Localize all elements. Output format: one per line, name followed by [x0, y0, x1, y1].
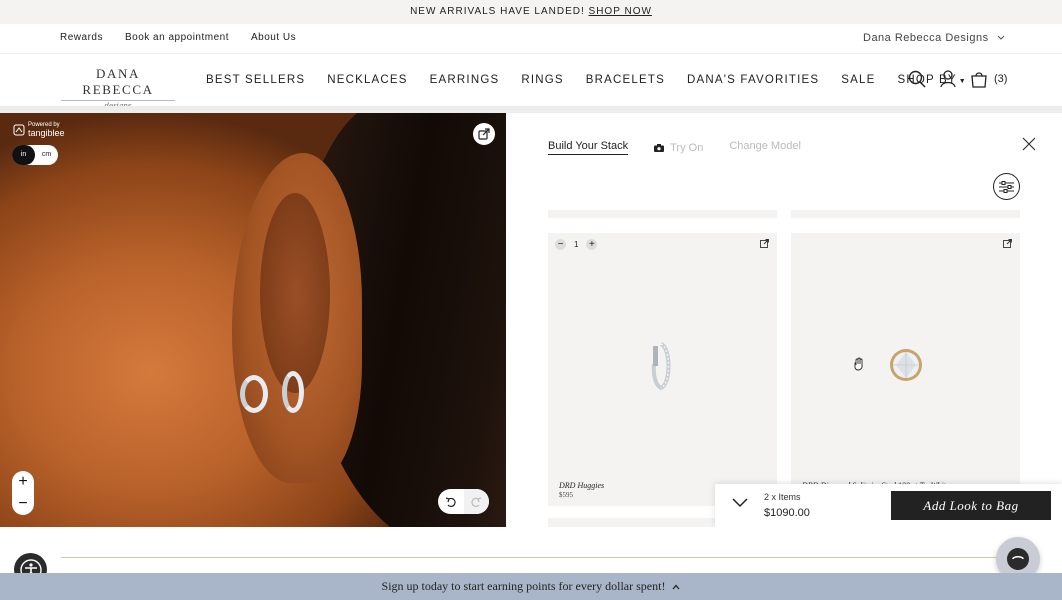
filter-button[interactable] [993, 173, 1020, 200]
product-card-huggies[interactable]: − 1 + DRD Huggies $595 [548, 233, 777, 506]
product-name: DRD Huggies [559, 481, 605, 490]
search-icon[interactable] [908, 70, 926, 88]
tab-try-on-label: Try On [670, 141, 704, 154]
cart-count[interactable]: (3) [994, 73, 1007, 85]
zoom-control: + − [12, 471, 34, 515]
try-on-viewer[interactable]: Powered by tangiblee in cm + − [0, 113, 506, 527]
nav-divider [0, 106, 1062, 113]
undo-button[interactable] [438, 489, 464, 514]
shop-now-link[interactable]: SHOP NOW [589, 6, 652, 17]
store-selector[interactable]: Dana Rebecca Designs [863, 24, 1005, 52]
nav-necklaces[interactable]: NECKLACES [327, 74, 407, 86]
zoom-out-button[interactable]: − [12, 493, 34, 515]
tab-change-model[interactable]: Change Model [729, 140, 801, 155]
undo-redo-control [438, 489, 489, 514]
nav-bracelets[interactable]: BRACELETS [586, 74, 665, 86]
share-button[interactable] [473, 123, 495, 145]
signup-banner[interactable]: Sign up today to start earning points fo… [0, 573, 1062, 600]
tab-build-your-stack[interactable]: Build Your Stack [548, 140, 629, 155]
external-link-icon[interactable] [760, 239, 769, 248]
model-ear-shadow [260, 193, 330, 393]
external-link-icon[interactable] [1003, 239, 1012, 248]
chevron-down-icon [997, 35, 1004, 40]
add-look-bar: 2 x Items $1090.00 Add Look to Bag [715, 484, 1062, 527]
logo[interactable]: DANA REBECCA designs [61, 66, 175, 110]
camera-icon [654, 143, 665, 152]
share-icon [478, 128, 490, 140]
huggie-product-image [651, 342, 671, 391]
unit-toggle[interactable]: in cm [12, 145, 58, 165]
quantity-stepper: − 1 + [555, 239, 598, 250]
unit-in-option[interactable]: in [12, 145, 35, 165]
about-us-link[interactable]: About Us [251, 24, 296, 52]
hand-cursor-icon [854, 357, 863, 371]
zoom-in-button[interactable]: + [12, 471, 34, 493]
utility-nav: Rewards Book an appointment About Us Dan… [0, 24, 1062, 54]
diamond-stud-product-image [890, 349, 922, 381]
huggie-earring-1 [240, 375, 268, 413]
huggie-earring-2 [282, 371, 304, 413]
product-card-diamond-stud[interactable]: DRD Diamond Solitaire Stud 100 ct Tw Whi… [791, 233, 1020, 506]
redo-button[interactable] [463, 489, 489, 514]
items-count: 2 x Items [764, 492, 801, 502]
look-total: $1090.00 [764, 507, 810, 519]
book-appointment-link[interactable]: Book an appointment [125, 24, 229, 52]
nav-sale[interactable]: SALE [841, 74, 875, 86]
nav-earrings[interactable]: EARRINGS [430, 74, 500, 86]
nav-best-sellers[interactable]: BEST SELLERS [206, 74, 305, 86]
tangiblee-badge: Powered by tangiblee [13, 122, 65, 138]
quantity-value: 1 [574, 240, 579, 249]
tangiblee-name: tangiblee [28, 128, 65, 138]
product-card-partial [548, 210, 777, 218]
cart-icon[interactable] [970, 71, 988, 88]
nav-danas-favorities[interactable]: DANA'S FAVORITIES [687, 74, 819, 86]
close-icon[interactable] [1022, 137, 1036, 151]
page-content-below [0, 527, 1062, 573]
add-look-to-bag-button[interactable]: Add Look to Bag [891, 491, 1051, 520]
main-nav: DANA REBECCA designs BEST SELLERS NECKLA… [0, 54, 1062, 110]
rewards-link[interactable]: Rewards [60, 24, 103, 52]
build-stack-panel: Build Your Stack Try On Change Model − 1… [506, 113, 1062, 527]
store-selector-label: Dana Rebecca Designs [863, 32, 989, 44]
nav-rings[interactable]: RINGS [521, 74, 563, 86]
tangiblee-logo-icon [13, 124, 25, 136]
unit-cm-option[interactable]: cm [35, 145, 58, 165]
chat-icon [1007, 548, 1029, 570]
logo-wordmark: DANA REBECCA [82, 66, 154, 97]
quantity-plus-button[interactable]: + [586, 239, 598, 250]
announcement-bar: NEW ARRIVALS HAVE LANDED! SHOP NOW [0, 0, 1062, 24]
sliders-icon [999, 180, 1014, 193]
product-price: $595 [559, 491, 573, 499]
announcement-text: NEW ARRIVALS HAVE LANDED! [410, 6, 585, 17]
redo-icon [471, 496, 482, 507]
gold-divider [61, 557, 1002, 558]
chevron-up-icon [672, 584, 680, 590]
quantity-minus-button[interactable]: − [555, 239, 566, 250]
chevron-down-icon[interactable] [732, 498, 748, 508]
signup-banner-text: Sign up today to start earning points fo… [381, 579, 666, 593]
account-icon[interactable] [940, 70, 956, 88]
tab-try-on[interactable]: Try On [654, 140, 703, 155]
undo-icon [445, 496, 456, 507]
product-card-partial [791, 210, 1020, 218]
